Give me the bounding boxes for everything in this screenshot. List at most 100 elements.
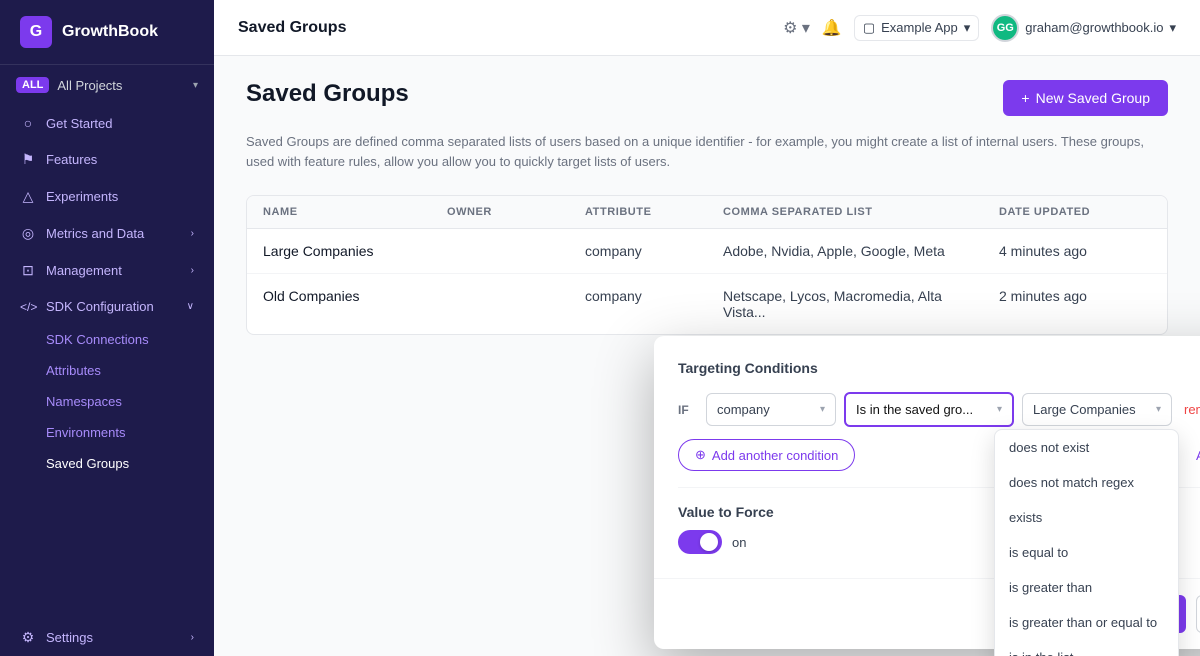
operator-select[interactable]: Is in the saved gro... ▾ does not exist …	[844, 392, 1014, 427]
dropdown-item-does-not-exist[interactable]: does not exist	[995, 430, 1178, 465]
sidebar-item-saved-groups[interactable]: Saved Groups	[0, 448, 214, 479]
sidebar-logo[interactable]: G GrowthBook	[0, 0, 214, 65]
topbar: Saved Groups ⚙ ▾ 🔔 ▢ Example App ▾ GG gr…	[214, 0, 1200, 56]
col-owner: OWNER	[431, 196, 569, 228]
project-selector[interactable]: ALL All Projects ▾	[0, 65, 214, 105]
chevron-right-icon: ›	[191, 265, 194, 276]
app-selector[interactable]: ▢ Example App ▾	[854, 15, 979, 41]
sidebar-item-features[interactable]: ⚑ Features	[0, 141, 214, 178]
settings-label: Settings	[46, 630, 93, 645]
new-saved-group-button[interactable]: + New Saved Group	[1003, 80, 1168, 116]
table-row[interactable]: Large Companies company Adobe, Nvidia, A…	[247, 229, 1167, 274]
targeting-conditions-modal: Targeting Conditions IF company ▾ Is in …	[654, 336, 1200, 649]
app-icon: ▢	[863, 20, 875, 36]
sidebar-item-label: Management	[46, 263, 122, 278]
row-updated: 2 minutes ago	[983, 274, 1167, 334]
row-owner	[431, 274, 569, 334]
project-badge: ALL	[16, 77, 49, 93]
sdk-connections-label: SDK Connections	[46, 332, 149, 347]
if-label: IF	[678, 403, 698, 417]
page-content: Saved Groups + New Saved Group Saved Gro…	[214, 56, 1200, 656]
chevron-right-icon: ›	[191, 632, 194, 643]
add-condition-button[interactable]: ⊕ Add another condition	[678, 439, 855, 471]
attribute-select[interactable]: company ▾	[706, 393, 836, 426]
cancel-button[interactable]: Cancel	[1196, 595, 1200, 633]
environments-label: Environments	[46, 425, 125, 440]
bell-icon[interactable]: 🔔	[822, 18, 842, 38]
value-display: Large Companies	[1033, 402, 1150, 417]
attribute-value: company	[717, 402, 814, 417]
page-description: Saved Groups are defined comma separated…	[246, 132, 1146, 171]
toggle-knob	[700, 533, 718, 551]
table-header: NAME OWNER ATTRIBUTE COMMA SEPARATED LIS…	[247, 196, 1167, 229]
row-name: Old Companies	[247, 274, 431, 334]
saved-groups-label: Saved Groups	[46, 456, 129, 471]
dropdown-item-exists[interactable]: exists	[995, 500, 1178, 535]
dropdown-item-is-in-the-list[interactable]: is in the list	[995, 640, 1178, 656]
sidebar-item-environments[interactable]: Environments	[0, 417, 214, 448]
sidebar-item-get-started[interactable]: ○ Get Started	[0, 105, 214, 141]
sidebar-item-metrics-data[interactable]: ◎ Metrics and Data ›	[0, 215, 214, 252]
attributes-label: Attributes	[46, 363, 101, 378]
sidebar-item-experiments[interactable]: △ Experiments	[0, 178, 214, 215]
topbar-actions: ⚙ ▾ 🔔 ▢ Example App ▾ GG graham@growthbo…	[783, 14, 1176, 42]
sidebar-item-management[interactable]: ⊡ Management ›	[0, 252, 214, 289]
sidebar-item-label: SDK Configuration	[46, 299, 154, 314]
table-row[interactable]: Old Companies company Netscape, Lycos, M…	[247, 274, 1167, 334]
toggle-label: on	[732, 535, 746, 550]
value-select[interactable]: Large Companies ▾	[1022, 393, 1172, 426]
user-menu[interactable]: GG graham@growthbook.io ▾	[991, 14, 1176, 42]
page-title: Saved Groups	[246, 80, 409, 108]
new-saved-group-label: New Saved Group	[1036, 90, 1150, 106]
main-content: Saved Groups ⚙ ▾ 🔔 ▢ Example App ▾ GG gr…	[214, 0, 1200, 656]
sidebar-item-sdk-connections[interactable]: SDK Connections	[0, 324, 214, 355]
row-name: Large Companies	[247, 229, 431, 273]
row-attribute: company	[569, 274, 707, 334]
sidebar-item-namespaces[interactable]: Namespaces	[0, 386, 214, 417]
chevron-down-icon: ∨	[187, 301, 194, 312]
dropdown-item-does-not-match-regex[interactable]: does not match regex	[995, 465, 1178, 500]
metrics-icon: ◎	[20, 225, 36, 242]
advanced-mode-link[interactable]: Advanced mode	[1196, 448, 1200, 463]
col-list: COMMA SEPARATED LIST	[707, 196, 983, 228]
col-attribute: ATTRIBUTE	[569, 196, 707, 228]
sidebar-item-label: Metrics and Data	[46, 226, 144, 241]
sidebar-item-label: Get Started	[46, 116, 112, 131]
remove-condition-button[interactable]: remove	[1184, 402, 1200, 417]
settings-gear-icon[interactable]: ⚙ ▾	[783, 18, 810, 38]
page-header: Saved Groups + New Saved Group	[246, 80, 1168, 116]
row-updated: 4 minutes ago	[983, 229, 1167, 273]
sidebar-item-attributes[interactable]: Attributes	[0, 355, 214, 386]
row-list: Netscape, Lycos, Macromedia, Alta Vista.…	[707, 274, 983, 334]
row-attribute: company	[569, 229, 707, 273]
col-updated: DATE UPDATED	[983, 196, 1167, 228]
settings-icon: ⚙	[20, 629, 36, 646]
value-toggle[interactable]	[678, 530, 722, 554]
dropdown-item-is-greater-than-or-equal[interactable]: is greater than or equal to	[995, 605, 1178, 640]
chevron-right-icon: ›	[191, 228, 194, 239]
col-name: NAME	[247, 196, 431, 228]
app-name: Example App	[881, 20, 958, 35]
dropdown-arrow-icon: ▾	[820, 404, 825, 415]
dropdown-item-is-equal-to[interactable]: is equal to	[995, 535, 1178, 570]
operator-dropdown: does not exist does not match regex exis…	[994, 429, 1179, 656]
sidebar-item-label: Experiments	[46, 189, 118, 204]
dropdown-arrow-icon: ▾	[1156, 404, 1161, 415]
sidebar-item-settings[interactable]: ⚙ Settings ›	[0, 619, 214, 656]
plus-circle-icon: ⊕	[695, 447, 706, 463]
dropdown-item-is-greater-than[interactable]: is greater than	[995, 570, 1178, 605]
features-icon: ⚑	[20, 151, 36, 168]
sidebar: G GrowthBook ALL All Projects ▾ ○ Get St…	[0, 0, 214, 656]
saved-groups-table: NAME OWNER ATTRIBUTE COMMA SEPARATED LIS…	[246, 195, 1168, 335]
user-chevron-icon: ▾	[1169, 20, 1176, 36]
avatar: GG	[991, 14, 1019, 42]
condition-row: IF company ▾ Is in the saved gro... ▾ do…	[678, 392, 1200, 427]
sidebar-item-label: Features	[46, 152, 97, 167]
row-owner	[431, 229, 569, 273]
experiments-icon: △	[20, 188, 36, 205]
app-chevron-icon: ▾	[964, 20, 971, 36]
sidebar-item-sdk-configuration[interactable]: </> SDK Configuration ∨	[0, 289, 214, 324]
row-list: Adobe, Nvidia, Apple, Google, Meta	[707, 229, 983, 273]
get-started-icon: ○	[20, 115, 36, 131]
dropdown-arrow-icon: ▾	[997, 404, 1002, 415]
